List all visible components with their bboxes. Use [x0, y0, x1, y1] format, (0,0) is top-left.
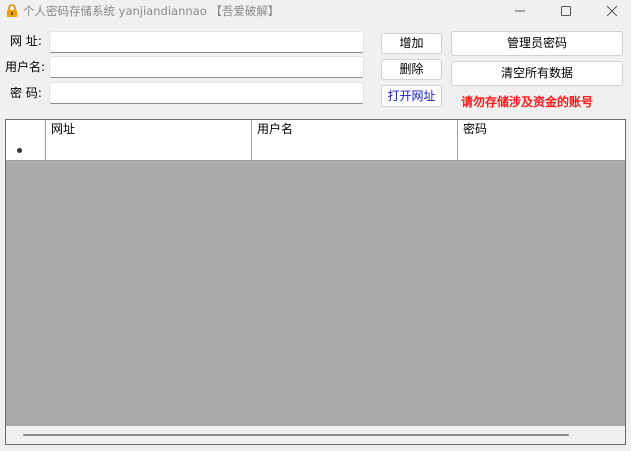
warning-text: 请勿存储涉及资金的账号 — [461, 95, 594, 109]
column-header-url[interactable]: 网址 — [46, 120, 252, 140]
url-cell[interactable] — [46, 140, 252, 161]
close-button[interactable] — [589, 0, 631, 22]
url-field[interactable] — [49, 31, 364, 53]
column-header-password[interactable]: 密码 — [458, 120, 625, 140]
horizontal-scrollbar[interactable] — [6, 426, 625, 444]
table-row[interactable] — [6, 140, 625, 161]
maximize-button[interactable] — [543, 0, 589, 22]
admin-password-button[interactable]: 管理员密码 — [451, 31, 623, 56]
row-selector[interactable] — [6, 140, 46, 161]
url-label: 网 址: — [10, 34, 42, 48]
clear-all-button[interactable]: 清空所有数据 — [451, 61, 623, 86]
password-label: 密 码: — [10, 86, 42, 100]
delete-button[interactable]: 删除 — [381, 59, 442, 80]
password-table[interactable]: 网址 用户名 密码 — [5, 119, 626, 445]
scrollbar-thumb[interactable] — [23, 434, 569, 436]
username-cell[interactable] — [252, 140, 458, 161]
add-button[interactable]: 增加 — [381, 33, 442, 54]
padlock-icon — [5, 4, 19, 18]
title-bar: 个人密码存储系统 yanjiandiannao 【吾爱破解】 — [0, 0, 631, 22]
username-field[interactable] — [49, 56, 364, 78]
password-cell[interactable] — [458, 140, 625, 161]
row-header-corner[interactable] — [6, 120, 46, 140]
password-field[interactable] — [49, 82, 364, 104]
window-title: 个人密码存储系统 yanjiandiannao 【吾爱破解】 — [23, 4, 280, 18]
open-url-button[interactable]: 打开网址 — [381, 85, 442, 107]
username-label: 用户名: — [5, 60, 46, 74]
minimize-button[interactable] — [497, 0, 543, 22]
new-row-marker-icon — [17, 148, 22, 153]
column-header-username[interactable]: 用户名 — [252, 120, 458, 140]
table-header: 网址 用户名 密码 — [6, 120, 625, 141]
